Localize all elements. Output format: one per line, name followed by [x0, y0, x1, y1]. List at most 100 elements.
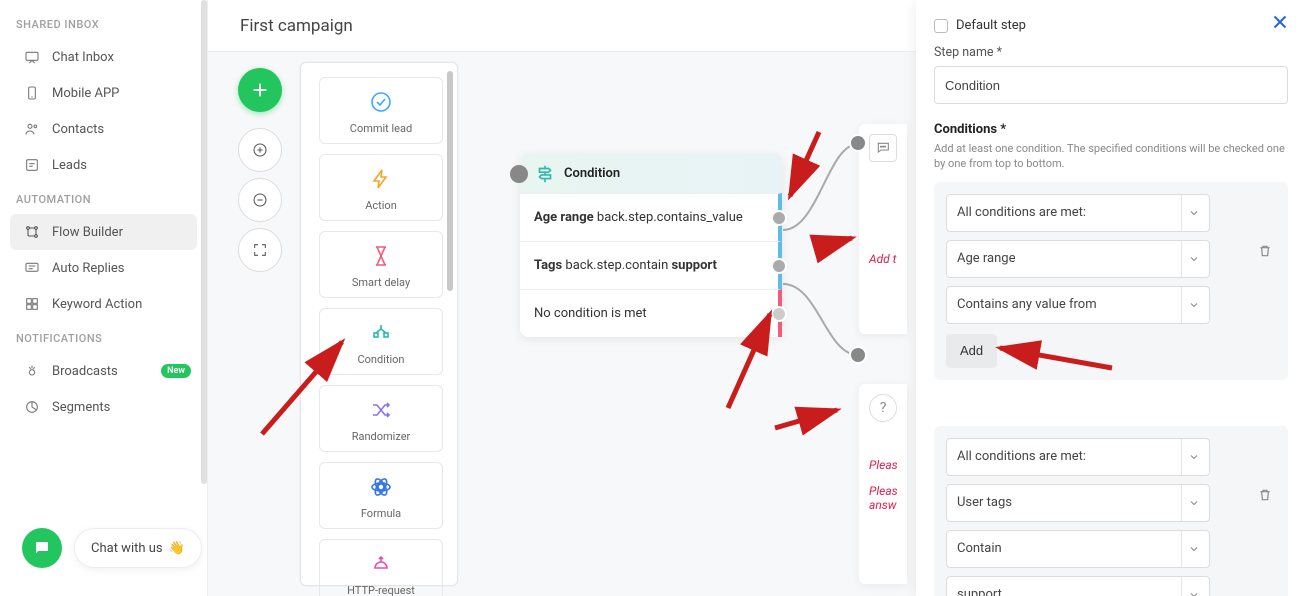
- sidebar-label: Broadcasts: [52, 364, 118, 379]
- section-shared-inbox: SHARED INBOX: [0, 8, 207, 39]
- chevron-down-icon: [1181, 241, 1205, 277]
- node-output-handle-1[interactable]: [771, 210, 787, 226]
- chevron-down-icon: [1181, 195, 1205, 231]
- condition-row-label: Age range: [534, 210, 594, 225]
- condition-block-2: All conditions are met: User tags Contai…: [934, 426, 1288, 596]
- default-step-checkbox-row[interactable]: Default step: [934, 18, 1288, 33]
- chat-fab[interactable]: [22, 528, 62, 568]
- sidebar-item-segments[interactable]: Segments: [0, 389, 207, 425]
- condition-value-select-2[interactable]: support: [946, 576, 1210, 596]
- condition-operator-select-1[interactable]: Contains any value from: [946, 286, 1210, 324]
- condition-else-label: No condition is met: [534, 306, 647, 321]
- condition-icon: [324, 319, 438, 347]
- zoom-out-button[interactable]: [238, 178, 282, 222]
- select-value: User tags: [957, 495, 1012, 510]
- add-condition-button-1[interactable]: Add: [946, 334, 997, 368]
- chat-node-input-handle-2[interactable]: [849, 346, 867, 364]
- sidebar-scrollbar[interactable]: [201, 0, 207, 484]
- chat-with-us-pill[interactable]: Chat with us 👋: [74, 528, 202, 568]
- sidebar-label: Contacts: [52, 122, 104, 137]
- close-panel-button[interactable]: [1264, 6, 1296, 38]
- delete-condition-row-button-1[interactable]: [1250, 236, 1280, 266]
- badge-new: New: [161, 364, 191, 378]
- sidebar-item-chat-inbox[interactable]: Chat Inbox: [0, 39, 207, 75]
- condition-field-select-1[interactable]: Age range: [946, 240, 1210, 278]
- palette-scrollbar-track[interactable]: [447, 71, 453, 577]
- palette-commit-lead[interactable]: Commit lead: [319, 77, 443, 144]
- add-step-button[interactable]: [238, 68, 282, 112]
- palette-action[interactable]: Action: [319, 154, 443, 221]
- sidebar-label: Keyword Action: [52, 297, 142, 312]
- default-step-label: Default step: [956, 18, 1026, 33]
- condition-field-select-2[interactable]: User tags: [946, 484, 1210, 522]
- condition-row-2[interactable]: Tags back.step.contain support: [520, 241, 782, 289]
- delete-condition-row-button-2[interactable]: [1250, 480, 1280, 510]
- palette-smart-delay[interactable]: Smart delay: [319, 231, 443, 298]
- sidebar-item-contacts[interactable]: Contacts: [0, 111, 207, 147]
- http-icon: [324, 550, 438, 578]
- select-value: Contain: [957, 541, 1002, 556]
- page-title: First campaign: [240, 16, 353, 36]
- palette-label: Randomizer: [324, 430, 438, 443]
- select-value: All conditions are met:: [957, 449, 1086, 464]
- palette-http-request[interactable]: HTTP-request: [319, 539, 443, 596]
- zoom-in-button[interactable]: [238, 128, 282, 172]
- chat-pill-label: Chat with us: [91, 541, 163, 556]
- segments-icon: [24, 399, 40, 415]
- condition-block-1-controls: [1250, 232, 1280, 272]
- step-palette: Commit lead Action Smart delay Condition…: [300, 62, 458, 586]
- condition-row-expr-text: back.step.contains_value: [597, 210, 743, 225]
- chat-node-input-handle-1[interactable]: [849, 134, 867, 152]
- node-output-handle-2[interactable]: [771, 258, 787, 274]
- node-input-handle[interactable]: [510, 165, 528, 183]
- palette-scrollbar-thumb[interactable]: [447, 71, 453, 291]
- palette-label: Formula: [324, 507, 438, 520]
- sidebar-item-broadcasts[interactable]: Broadcasts New: [0, 353, 207, 389]
- sidebar-item-flow-builder[interactable]: Flow Builder: [10, 214, 197, 250]
- section-automation: AUTOMATION: [0, 183, 207, 214]
- wave-icon: 👋: [169, 541, 185, 556]
- sidebar-item-leads[interactable]: Leads: [0, 147, 207, 183]
- select-value: All conditions are met:: [957, 205, 1086, 220]
- palette-label: Condition: [324, 353, 438, 366]
- chat-icon: [24, 49, 40, 65]
- commit-lead-icon: [324, 88, 438, 116]
- condition-node-header[interactable]: Condition: [520, 154, 782, 193]
- node-output-handle-else[interactable]: [771, 306, 787, 322]
- condition-mode-select-1[interactable]: All conditions are met:: [946, 194, 1210, 232]
- chevron-down-icon: [1181, 439, 1205, 475]
- sidebar-item-mobile-app[interactable]: Mobile APP: [0, 75, 207, 111]
- palette-randomizer[interactable]: Randomizer: [319, 385, 443, 452]
- chevron-down-icon: [1181, 531, 1205, 567]
- chat-bubble-icon: [869, 134, 897, 162]
- broadcast-icon: [24, 363, 40, 379]
- action-icon: [324, 165, 438, 193]
- palette-label: Smart delay: [324, 276, 438, 289]
- sidebar-item-keyword-action[interactable]: Keyword Action: [0, 286, 207, 322]
- condition-row-1[interactable]: Age range back.step.contains_value: [520, 193, 782, 241]
- fit-screen-button[interactable]: [238, 228, 282, 272]
- palette-label: Action: [324, 199, 438, 212]
- auto-replies-icon: [24, 260, 40, 276]
- sidebar-label: Flow Builder: [52, 225, 123, 240]
- palette-formula[interactable]: Formula: [319, 462, 443, 529]
- condition-row-label: Tags: [534, 258, 562, 273]
- condition-row-else[interactable]: No condition is met: [520, 289, 782, 337]
- sidebar-label: Leads: [52, 158, 87, 173]
- sidebar-item-auto-replies[interactable]: Auto Replies: [0, 250, 207, 286]
- palette-condition[interactable]: Condition: [319, 308, 443, 375]
- step-name-input[interactable]: [934, 66, 1288, 104]
- chat-bot-node-preview-1[interactable]: Add t: [859, 124, 907, 334]
- signpost-icon: [534, 163, 556, 185]
- condition-mode-select-2[interactable]: All conditions are met:: [946, 438, 1210, 476]
- chevron-down-icon: [1181, 577, 1205, 596]
- sidebar-nav: SHARED INBOX Chat Inbox Mobile APP Conta…: [0, 0, 208, 596]
- palette-label: HTTP-request: [324, 584, 438, 596]
- delay-icon: [324, 242, 438, 270]
- condition-operator-select-2[interactable]: Contain: [946, 530, 1210, 568]
- conditions-hint: Add at least one condition. The specifie…: [934, 141, 1288, 172]
- condition-node[interactable]: Condition Age range back.step.contains_v…: [520, 154, 782, 337]
- condition-row-expr-prefix: back.step.contain: [565, 258, 668, 273]
- chat-bot-node-preview-2[interactable]: ? Pleas Pleasansw: [859, 384, 907, 584]
- default-step-checkbox[interactable]: [934, 19, 948, 33]
